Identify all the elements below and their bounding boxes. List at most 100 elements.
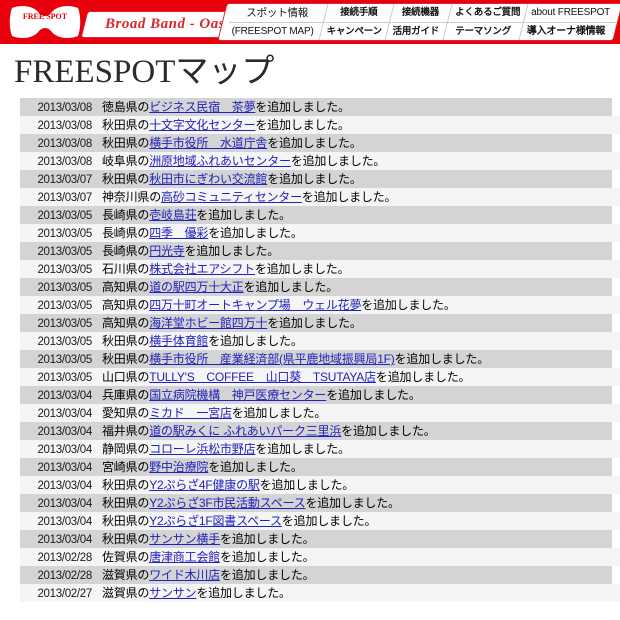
news-spot-link[interactable]: Y2ぷらざ4F健康の駅 bbox=[149, 478, 260, 492]
nav-item-devices[interactable]: 接続機器 bbox=[392, 4, 450, 23]
news-row: 2013/03/08 徳島県のビジネス民宿 茶夢を追加しました。 bbox=[20, 98, 612, 117]
news-text: 長崎県の四季 優彩を追加しました。 bbox=[102, 224, 620, 241]
nav-item-connect-steps[interactable]: 接続手順 bbox=[326, 4, 392, 23]
news-suffix: を追加しました。 bbox=[231, 406, 327, 421]
news-date: 2013/03/04 bbox=[37, 498, 92, 511]
news-text: 徳島県のビジネス民宿 茶夢を追加しました。 bbox=[102, 98, 612, 115]
news-row: 2013/03/05 長崎県の四季 優彩を追加しました。 bbox=[20, 224, 620, 243]
news-suffix: を追加しました。 bbox=[301, 190, 397, 205]
news-row: 2013/03/04 宮崎県の野中治療院を追加しました。 bbox=[20, 458, 612, 477]
news-spot-link[interactable]: 唐津商工会館 bbox=[149, 550, 220, 564]
news-text: 秋田県のY2ぷらざ3F市民活動スペースを追加しました。 bbox=[102, 494, 612, 511]
news-spot-link[interactable]: 四季 優彩 bbox=[149, 226, 208, 240]
news-text: 秋田県の横手体育館を追加しました。 bbox=[102, 332, 620, 349]
news-spot-link[interactable]: 横手体育館 bbox=[149, 334, 208, 348]
news-prefecture: 長崎県の bbox=[102, 244, 150, 259]
news-suffix: を追加しました。 bbox=[208, 226, 303, 241]
news-text: 長崎県の壱岐島荘を追加しました。 bbox=[102, 206, 612, 223]
news-text: 岐阜県の洲原地域ふれあいセンターを追加しました。 bbox=[102, 152, 620, 169]
news-spot-link[interactable]: Y2ぷらざ1F図書スペース bbox=[149, 514, 282, 528]
news-spot-link[interactable]: ミカド 一宮店 bbox=[149, 406, 232, 420]
news-text: 秋田県の十文字文化センターを追加しました。 bbox=[102, 116, 620, 133]
news-date: 2013/03/05 bbox=[37, 300, 92, 313]
news-spot-link[interactable]: 海洋堂ホビー館四万十 bbox=[149, 316, 267, 330]
news-date: 2013/03/04 bbox=[37, 516, 92, 529]
news-spot-link[interactable]: ワイド木川店 bbox=[149, 568, 220, 582]
news-row: 2013/03/04 福井県の道の駅みくに ふれあいパーク三里浜を追加しました。 bbox=[20, 422, 612, 441]
news-spot-link[interactable]: 野中治療院 bbox=[149, 460, 208, 474]
news-row: 2013/03/05 高知県の道の駅四万十大正を追加しました。 bbox=[20, 278, 612, 297]
nav-item-theme-song[interactable]: テーマソング bbox=[446, 23, 521, 41]
news-date: 2013/03/08 bbox=[37, 156, 92, 169]
news-spot-link[interactable]: 国立病院機構 神戸医療センター bbox=[149, 388, 326, 402]
news-suffix: を追加しました。 bbox=[184, 244, 280, 259]
news-text: 高知県の四万十町オートキャンプ場 ウェル花夢を追加しました。 bbox=[102, 296, 620, 313]
news-spot-link[interactable]: 株式会社エアシフト bbox=[149, 262, 255, 276]
news-date: 2013/03/08 bbox=[37, 120, 92, 133]
news-spot-link[interactable]: Y2ぷらざ3F市民活動スペース bbox=[149, 496, 305, 510]
news-spot-link[interactable]: TULLY'S COFFEE 山口葵 TSUTAYA店 bbox=[149, 370, 376, 384]
news-suffix: を追加しました。 bbox=[267, 136, 362, 151]
news-prefecture: 秋田県の bbox=[102, 136, 150, 151]
news-row: 2013/03/05 山口県のTULLY'S COFFEE 山口葵 TSUTAYA… bbox=[20, 368, 620, 387]
news-date: 2013/02/28 bbox=[37, 552, 92, 565]
news-text: 滋賀県のワイド木川店を追加しました。 bbox=[102, 566, 612, 583]
news-prefecture: 長崎県の bbox=[102, 208, 150, 223]
news-spot-link[interactable]: 壱岐島荘 bbox=[149, 208, 196, 222]
news-row: 2013/03/08 岐阜県の洲原地域ふれあいセンターを追加しました。 bbox=[20, 152, 620, 171]
news-prefecture: 佐賀県の bbox=[102, 550, 150, 565]
news-row: 2013/02/28 滋賀県のワイド木川店を追加しました。 bbox=[20, 566, 612, 585]
nav-item-spot-info[interactable]: スポット情報 bbox=[229, 4, 326, 23]
news-date: 2013/03/08 bbox=[37, 138, 92, 151]
news-date: 2013/03/04 bbox=[37, 534, 92, 547]
news-row: 2013/03/05 石川県の株式会社エアシフトを追加しました。 bbox=[20, 260, 620, 279]
news-prefecture: 秋田県の bbox=[102, 532, 150, 547]
news-spot-link[interactable]: 十文字文化センター bbox=[149, 118, 255, 132]
news-text: 高知県の道の駅四万十大正を追加しました。 bbox=[102, 278, 612, 295]
news-spot-link[interactable]: 秋田市にぎわい交流館 bbox=[149, 172, 267, 186]
nav-item-faq[interactable]: よくあるご質問 bbox=[450, 4, 526, 23]
news-spot-link[interactable]: 道の駅四万十大正 bbox=[149, 280, 244, 294]
news-row: 2013/03/05 高知県の四万十町オートキャンプ場 ウェル花夢を追加しました。 bbox=[20, 296, 620, 315]
nav-item-campaign[interactable]: キャンペーン bbox=[322, 23, 387, 41]
news-text: 愛知県のミカド 一宮店を追加しました。 bbox=[102, 404, 620, 421]
news-spot-link[interactable]: 洲原地域ふれあいセンター bbox=[149, 154, 291, 168]
news-prefecture: 秋田県の bbox=[102, 496, 150, 511]
nav-item-about-freespot[interactable]: about FREESPOT bbox=[526, 4, 616, 23]
news-spot-link[interactable]: サンサン bbox=[149, 586, 196, 600]
news-text: 滋賀県のサンサンを追加しました。 bbox=[102, 584, 620, 601]
nav-item-usage-guide[interactable]: 活用ガイド bbox=[388, 23, 445, 41]
news-text: 長崎県の円光寺を追加しました。 bbox=[102, 242, 612, 259]
news-text: 佐賀県の唐津商工会館を追加しました。 bbox=[102, 548, 620, 565]
news-row: 2013/03/04 秋田県のサンサン横手を追加しました。 bbox=[20, 530, 612, 549]
news-text: 兵庫県の国立病院機構 神戸医療センターを追加しました。 bbox=[102, 386, 612, 403]
news-list: 2013/03/08 徳島県のビジネス民宿 茶夢を追加しました。 2013/03/0… bbox=[0, 98, 620, 603]
news-suffix: を追加しました。 bbox=[196, 586, 291, 601]
nav-item-owner-info[interactable]: 導入オーナ様情報 bbox=[522, 23, 611, 41]
news-spot-link[interactable]: コローレ浜松市野店 bbox=[149, 442, 255, 456]
news-text: 宮崎県の野中治療院を追加しました。 bbox=[102, 458, 612, 475]
news-spot-link[interactable]: 横手市役所 水道庁舎 bbox=[149, 136, 267, 150]
news-text: 神奈川県の高砂コミュニティセンターを追加しました。 bbox=[102, 188, 620, 205]
news-prefecture: 岐阜県の bbox=[102, 154, 150, 169]
nav-item-freespot-map[interactable]: (FREESPOT MAP) bbox=[225, 23, 321, 41]
news-spot-link[interactable]: ビジネス民宿 茶夢 bbox=[149, 100, 255, 114]
news-prefecture: 秋田県の bbox=[102, 172, 150, 187]
news-text: 静岡県のコローレ浜松市野店を追加しました。 bbox=[102, 440, 620, 457]
brand-text: Broad Band - Oasis bbox=[105, 16, 237, 32]
news-date: 2013/03/05 bbox=[37, 318, 92, 331]
news-row: 2013/02/27 滋賀県のサンサンを追加しました。 bbox=[20, 584, 620, 603]
freespot-logo[interactable]: FREE SPOT bbox=[8, 4, 82, 40]
news-spot-link[interactable]: 四万十町オートキャンプ場 ウェル花夢 bbox=[149, 298, 361, 312]
news-prefecture: 高知県の bbox=[102, 280, 150, 295]
news-spot-link[interactable]: サンサン横手 bbox=[149, 532, 220, 546]
news-spot-link[interactable]: 円光寺 bbox=[149, 244, 185, 258]
news-row: 2013/03/08 秋田県の十文字文化センターを追加しました。 bbox=[20, 116, 620, 135]
news-spot-link[interactable]: 高砂コミュニティセンター bbox=[161, 190, 302, 204]
news-suffix: を追加しました。 bbox=[255, 100, 350, 115]
news-date: 2013/03/04 bbox=[37, 462, 92, 475]
news-spot-link[interactable]: 横手市役所 産業経済部(県平鹿地域振興局1F) bbox=[149, 352, 395, 366]
news-prefecture: 石川県の bbox=[102, 262, 150, 277]
news-spot-link[interactable]: 道の駅みくに ふれあいパーク三里浜 bbox=[149, 424, 341, 438]
news-text: 高知県の海洋堂ホビー館四万十を追加しました。 bbox=[102, 314, 612, 331]
